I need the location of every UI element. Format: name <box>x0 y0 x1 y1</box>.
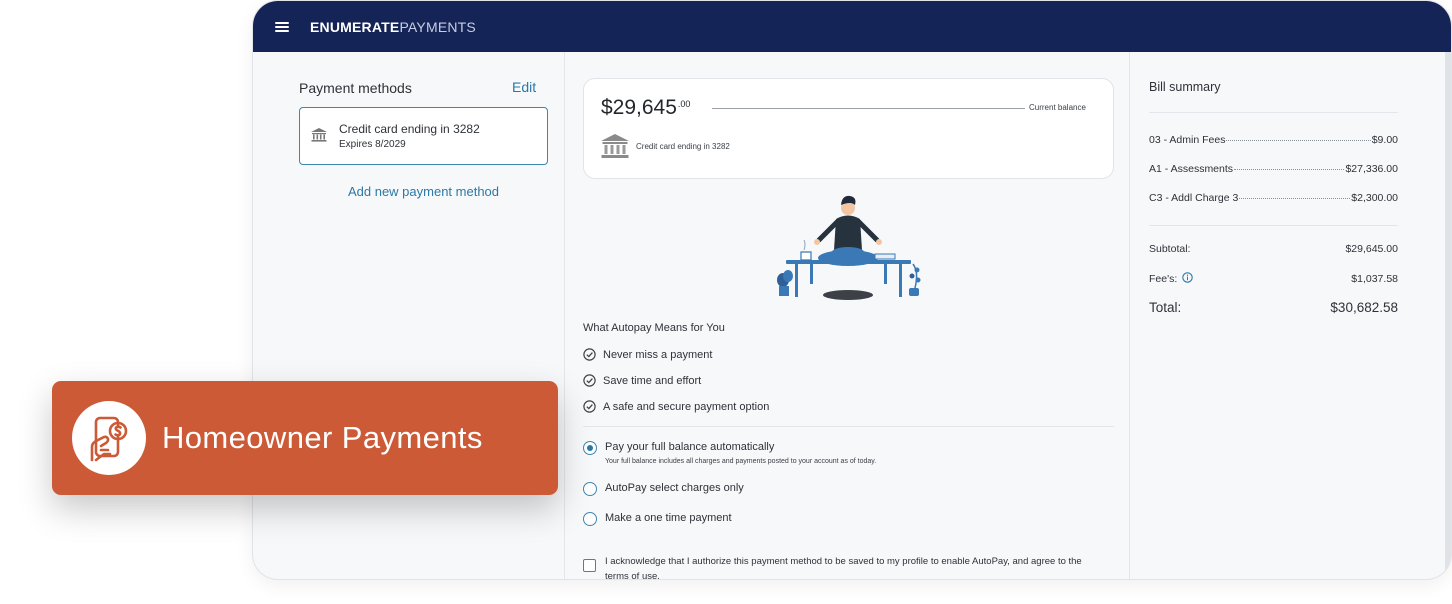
edit-link[interactable]: Edit <box>512 79 536 95</box>
bill-line-item: 03 - Admin Fees $9.00 <box>1149 134 1398 146</box>
section-divider <box>583 426 1114 427</box>
subtotal-value: $29,645.00 <box>1345 243 1398 255</box>
fees-value: $1,037.58 <box>1351 272 1398 285</box>
check-circle-icon <box>583 348 596 361</box>
balance-cents: .00 <box>677 99 691 109</box>
line-item-name: 03 - Admin Fees <box>1149 134 1226 146</box>
menu-icon[interactable] <box>275 21 289 32</box>
payment-methods-panel: Payment methods Edit Credit card ending … <box>253 52 565 579</box>
fees-label-wrap: Fee's: <box>1149 272 1194 285</box>
option-label: Make a one time payment <box>605 512 732 524</box>
benefit-item: Never miss a payment <box>583 348 712 361</box>
bill-summary-panel: Bill summary 03 - Admin Fees $9.00 A1 - A… <box>1131 52 1451 579</box>
option-description: Your full balance includes all charges a… <box>605 458 877 465</box>
homeowner-payments-badge: Homeowner Payments <box>52 381 558 495</box>
mobile-payment-icon <box>72 401 146 475</box>
top-bar: ENUMERATEPAYMENTS <box>253 1 1451 52</box>
option-label: AutoPay select charges only <box>605 482 744 494</box>
bill-line-item: C3 - Addl Charge 3 $2,300.00 <box>1149 192 1398 204</box>
line-item-name: C3 - Addl Charge 3 <box>1149 192 1239 204</box>
line-item-amount: $27,336.00 <box>1345 163 1398 175</box>
radio-button[interactable] <box>583 441 597 455</box>
check-circle-icon <box>583 374 596 387</box>
line-item-name: A1 - Assessments <box>1149 163 1234 175</box>
bank-icon <box>601 134 629 158</box>
option-full-balance[interactable]: Pay your full balance automatically Your… <box>583 441 876 465</box>
benefit-item: A safe and secure payment option <box>583 400 769 413</box>
subtotal-label: Subtotal: <box>1149 243 1191 255</box>
payment-methods-title: Payment methods <box>299 80 412 96</box>
autopay-benefits-title: What Autopay Means for You <box>583 322 725 334</box>
brand-logo: ENUMERATEPAYMENTS <box>310 18 476 35</box>
autopay-panel: $29,645.00 Current balance Credit card e… <box>566 52 1130 579</box>
meditation-illustration <box>777 195 921 300</box>
saved-card-option[interactable]: Credit card ending in 3282 Expires 8/202… <box>299 107 548 165</box>
card-title: Credit card ending in 3282 <box>339 122 480 136</box>
option-one-time[interactable]: Make a one time payment <box>583 512 732 526</box>
badge-label: Homeowner Payments <box>162 420 483 455</box>
card-expiry: Expires 8/2029 <box>339 139 406 150</box>
fees-label: Fee's: <box>1149 273 1178 285</box>
radio-button[interactable] <box>583 482 597 496</box>
total-value: $30,682.58 <box>1330 300 1398 315</box>
balance-card-label: Credit card ending in 3282 <box>636 142 730 151</box>
benefit-label: Save time and effort <box>603 374 702 387</box>
bill-summary-title: Bill summary <box>1149 80 1221 94</box>
balance-divider <box>712 108 1025 109</box>
acknowledge-text: I acknowledge that I authorize this paym… <box>605 556 1082 580</box>
option-label: Pay your full balance automatically <box>605 441 775 453</box>
fees-row: Fee's: $1,037.58 <box>1149 272 1398 285</box>
balance-label: Current balance <box>1029 103 1086 112</box>
balance-card: $29,645.00 Current balance Credit card e… <box>583 78 1114 179</box>
info-icon[interactable] <box>1182 272 1194 283</box>
benefit-item: Save time and effort <box>583 374 701 387</box>
summary-divider <box>1149 112 1398 113</box>
line-item-amount: $9.00 <box>1371 134 1398 146</box>
balance-amount: $29,645.00 <box>601 96 691 119</box>
bill-line-item: A1 - Assessments $27,336.00 <box>1149 163 1398 175</box>
total-row: Total: $30,682.58 <box>1149 300 1398 315</box>
subtotal-row: Subtotal: $29,645.00 <box>1149 243 1398 255</box>
option-select-charges[interactable]: AutoPay select charges only <box>583 482 744 496</box>
total-label: Total: <box>1149 300 1182 315</box>
acknowledge-checkbox[interactable] <box>583 559 596 572</box>
main-content: Payment methods Edit Credit card ending … <box>253 52 1451 579</box>
check-circle-icon <box>583 400 596 413</box>
benefit-label: Never miss a payment <box>603 348 713 361</box>
bank-icon <box>311 128 327 142</box>
scrollbar[interactable] <box>1445 52 1451 579</box>
summary-divider <box>1149 225 1398 226</box>
radio-button[interactable] <box>583 512 597 526</box>
add-payment-method-link[interactable]: Add new payment method <box>299 184 548 199</box>
acknowledge-row: I acknowledge that I authorize this paym… <box>583 554 1105 580</box>
benefit-label: A safe and secure payment option <box>603 400 770 413</box>
line-item-amount: $2,300.00 <box>1351 192 1398 204</box>
